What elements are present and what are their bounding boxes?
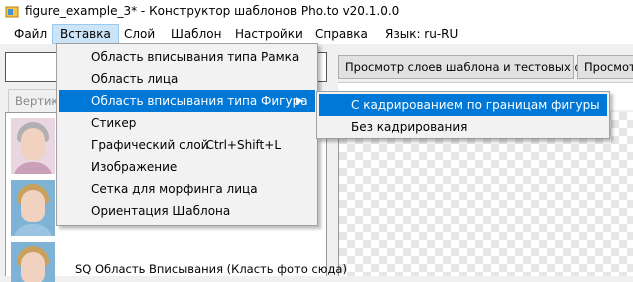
vertical-button[interactable]: Вертикаль	[8, 89, 60, 113]
submenu-item-crop-to-shape[interactable]: С кадрированием по границам фигуры	[319, 94, 607, 116]
menu-item-graphic-layer[interactable]: Графический слой Ctrl+Shift+L	[59, 134, 315, 156]
menu-item-face-area[interactable]: Область лица	[59, 68, 315, 90]
menu-item-sticker[interactable]: Стикер	[59, 112, 315, 134]
insert-menu: Область вписывания типа Рамка Область ли…	[56, 43, 318, 226]
menu-item-orientation[interactable]: Ориентация Шаблона	[59, 200, 315, 222]
app-icon	[5, 6, 19, 18]
menu-language[interactable]: Язык: ru-RU	[378, 24, 465, 44]
menu-insert[interactable]: Вставка	[52, 24, 119, 44]
menu-file[interactable]: Файл	[7, 24, 54, 44]
preview-layers-button[interactable]: Просмотр слоев шаблона и тестовых фото	[338, 55, 605, 79]
menu-item-image[interactable]: Изображение	[59, 156, 315, 178]
submenu-arrow-icon: ▶	[296, 96, 303, 106]
layer-row-label[interactable]: SQ Область Вписывания (Класть фото сюда)	[75, 262, 347, 276]
menu-bar: Файл Вставка Слой Шаблон Настройки Справ…	[0, 24, 633, 44]
menu-layer[interactable]: Слой	[117, 24, 162, 44]
layer-thumbnail[interactable]	[11, 242, 55, 282]
shortcut-label: Ctrl+Shift+L	[205, 138, 281, 152]
layer-thumbnail[interactable]	[11, 118, 55, 174]
preview-button[interactable]: Просмотр	[577, 55, 633, 79]
shape-area-submenu: С кадрированием по границам фигуры Без к…	[316, 91, 610, 139]
menu-template[interactable]: Шаблон	[164, 24, 228, 44]
title-bar: figure_example_3* - Конструктор шаблонов…	[0, 0, 633, 24]
menu-item-shape-area[interactable]: Область вписывания типа Фигура ▶	[59, 90, 315, 112]
layer-thumbnail[interactable]	[11, 180, 55, 236]
submenu-item-no-crop[interactable]: Без кадрирования	[319, 116, 607, 138]
menu-item-morph-grid[interactable]: Сетка для морфинга лица	[59, 178, 315, 200]
menu-help[interactable]: Справка	[308, 24, 375, 44]
menu-item-frame-area[interactable]: Область вписывания типа Рамка	[59, 46, 315, 68]
menu-settings[interactable]: Настройки	[228, 24, 310, 44]
window-title: figure_example_3* - Конструктор шаблонов…	[25, 4, 400, 18]
